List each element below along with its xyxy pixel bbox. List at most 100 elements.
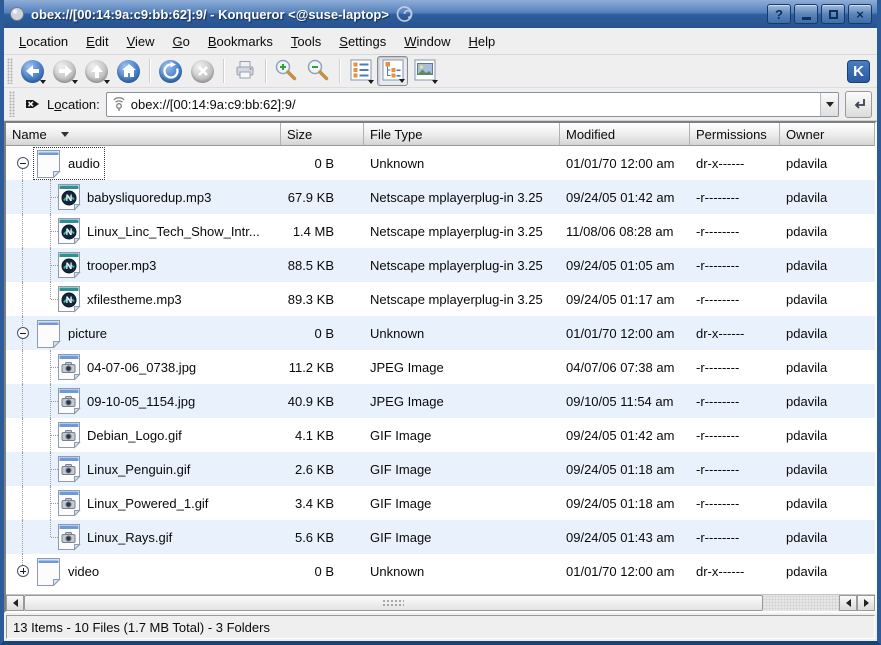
expander-plus-icon[interactable] xyxy=(17,565,29,577)
scrollbar-track[interactable] xyxy=(763,595,839,611)
table-row[interactable]: 04-07-06_0738.jpg11.2 KBJPEG Image04/07/… xyxy=(6,350,875,384)
up-button[interactable] xyxy=(81,56,112,86)
help-button[interactable]: ? xyxy=(767,4,791,24)
column-header-owner[interactable]: Owner xyxy=(780,123,875,146)
modified-cell: 11/08/06 08:28 am xyxy=(560,224,690,239)
clear-location-icon[interactable] xyxy=(24,96,41,112)
table-row[interactable]: Nxfilestheme.mp389.3 KBNetscape mplayerp… xyxy=(6,282,875,316)
zoom-out-button[interactable] xyxy=(303,56,334,86)
name-cell: Linux_Rays.gif xyxy=(6,520,281,554)
modified-cell: 01/01/70 12:00 am xyxy=(560,564,690,579)
size-cell: 0 B xyxy=(281,326,364,341)
table-row[interactable]: Linux_Penguin.gif2.6 KBGIF Image09/24/05… xyxy=(6,452,875,486)
permissions-cell: -r-------- xyxy=(690,224,780,239)
location-dropdown-arrow[interactable] xyxy=(820,93,838,116)
menu-go[interactable]: Go xyxy=(164,31,199,52)
stop-button[interactable] xyxy=(187,56,218,86)
table-row[interactable]: Linux_Rays.gif5.6 KBGIF Image09/24/05 01… xyxy=(6,520,875,554)
audio-icon: N xyxy=(57,217,81,245)
menu-view[interactable]: View xyxy=(118,31,164,52)
forward-button[interactable] xyxy=(49,56,80,86)
scroll-left-button[interactable] xyxy=(6,595,24,611)
table-row[interactable]: Linux_Powered_1.gif3.4 KBGIF Image09/24/… xyxy=(6,486,875,520)
location-input[interactable] xyxy=(131,97,816,112)
back-button[interactable] xyxy=(17,56,48,86)
owner-cell: pdavila xyxy=(780,564,875,579)
svg-text:N: N xyxy=(66,295,73,305)
column-header-permissions[interactable]: Permissions xyxy=(690,123,780,146)
status-text: 13 Items - 10 Files (1.7 MB Total) - 3 F… xyxy=(6,615,875,639)
column-header-file-type[interactable]: File Type xyxy=(364,123,560,146)
name-cell: Ntrooper.mp3 xyxy=(6,248,281,282)
print-button[interactable] xyxy=(229,56,260,86)
size-cell: 5.6 KB xyxy=(281,530,364,545)
tree-line xyxy=(50,520,51,537)
column-header-label: Name xyxy=(12,127,47,142)
menu-tools[interactable]: Tools xyxy=(282,31,330,52)
zoom-out-icon xyxy=(305,57,332,85)
owner-cell: pdavila xyxy=(780,292,875,307)
image-icon xyxy=(57,387,81,415)
up-icon xyxy=(85,60,108,83)
tree-view-button[interactable] xyxy=(377,56,408,86)
main-toolbar: K xyxy=(4,55,877,88)
owner-cell: pdavila xyxy=(780,190,875,205)
column-header-size[interactable]: Size xyxy=(281,123,364,146)
file-name: Linux_Rays.gif xyxy=(87,530,172,545)
size-cell: 88.5 KB xyxy=(281,258,364,273)
size-cell: 0 B xyxy=(281,156,364,171)
modified-cell: 01/01/70 12:00 am xyxy=(560,156,690,171)
go-button[interactable] xyxy=(845,91,872,118)
column-header-modified[interactable]: Modified xyxy=(560,123,690,146)
owner-cell: pdavila xyxy=(780,360,875,375)
tree-line xyxy=(22,248,23,282)
icon-view-button[interactable] xyxy=(345,56,376,86)
reload-button[interactable] xyxy=(155,56,186,86)
file-name: picture xyxy=(68,326,107,341)
konqueror-window: obex://[00:14:9a:c9:bb:62]:9/ - Konquero… xyxy=(0,0,881,645)
file-name: 09-10-05_1154.jpg xyxy=(87,394,195,409)
menu-location[interactable]: Location xyxy=(10,31,77,52)
table-row[interactable]: picture0 BUnknown01/01/70 12:00 amdr-x--… xyxy=(6,316,875,350)
close-button[interactable]: × xyxy=(848,4,872,24)
menu-help[interactable]: Help xyxy=(460,31,505,52)
menu-bookmarks[interactable]: Bookmarks xyxy=(199,31,282,52)
type-cell: GIF Image xyxy=(364,496,560,511)
preview-view-button[interactable] xyxy=(409,56,440,86)
table-row[interactable]: 09-10-05_1154.jpg40.9 KBJPEG Image09/10/… xyxy=(6,384,875,418)
name-cell: 09-10-05_1154.jpg xyxy=(6,384,281,418)
horizontal-scrollbar[interactable] xyxy=(6,594,875,611)
table-row[interactable]: NLinux_Linc_Tech_Show_Intr...1.4 MBNetsc… xyxy=(6,214,875,248)
location-combobox[interactable] xyxy=(106,92,839,117)
maximize-button[interactable] xyxy=(821,4,845,24)
table-row[interactable]: Debian_Logo.gif4.1 KBGIF Image09/24/05 0… xyxy=(6,418,875,452)
table-row[interactable]: video0 BUnknown01/01/70 12:00 amdr-x----… xyxy=(6,554,875,588)
expander-minus-icon[interactable] xyxy=(17,327,29,339)
minimize-button[interactable] xyxy=(794,4,818,24)
zoom-in-button[interactable] xyxy=(271,56,302,86)
modified-cell: 09/24/05 01:43 am xyxy=(560,530,690,545)
scrollbar-thumb[interactable] xyxy=(24,595,763,611)
tree-line xyxy=(22,350,23,384)
toolbar-grip-handle[interactable] xyxy=(7,58,13,84)
home-button[interactable] xyxy=(113,56,144,86)
kde-logo-button[interactable]: K xyxy=(843,56,874,86)
folder-icon xyxy=(35,319,62,348)
table-row[interactable]: Ntrooper.mp388.5 KBNetscape mplayerplug-… xyxy=(6,248,875,282)
size-cell: 40.9 KB xyxy=(281,394,364,409)
scroll-left-button-2[interactable] xyxy=(839,595,857,611)
menu-window[interactable]: Window xyxy=(395,31,459,52)
scroll-right-button[interactable] xyxy=(857,595,875,611)
svg-text:N: N xyxy=(66,261,73,271)
locationbar-grip-handle[interactable] xyxy=(9,91,15,117)
column-header-name[interactable]: Name xyxy=(6,123,281,146)
menu-edit[interactable]: Edit xyxy=(77,31,117,52)
table-row[interactable]: Nbabysliquoredup.mp367.9 KBNetscape mpla… xyxy=(6,180,875,214)
expander-minus-icon[interactable] xyxy=(17,157,29,169)
menu-settings[interactable]: Settings xyxy=(330,31,395,52)
modified-cell: 09/24/05 01:42 am xyxy=(560,190,690,205)
permissions-cell: dr-x------ xyxy=(690,156,780,171)
owner-cell: pdavila xyxy=(780,394,875,409)
table-row[interactable]: audio0 BUnknown01/01/70 12:00 amdr-x----… xyxy=(6,146,875,180)
type-cell: GIF Image xyxy=(364,462,560,477)
